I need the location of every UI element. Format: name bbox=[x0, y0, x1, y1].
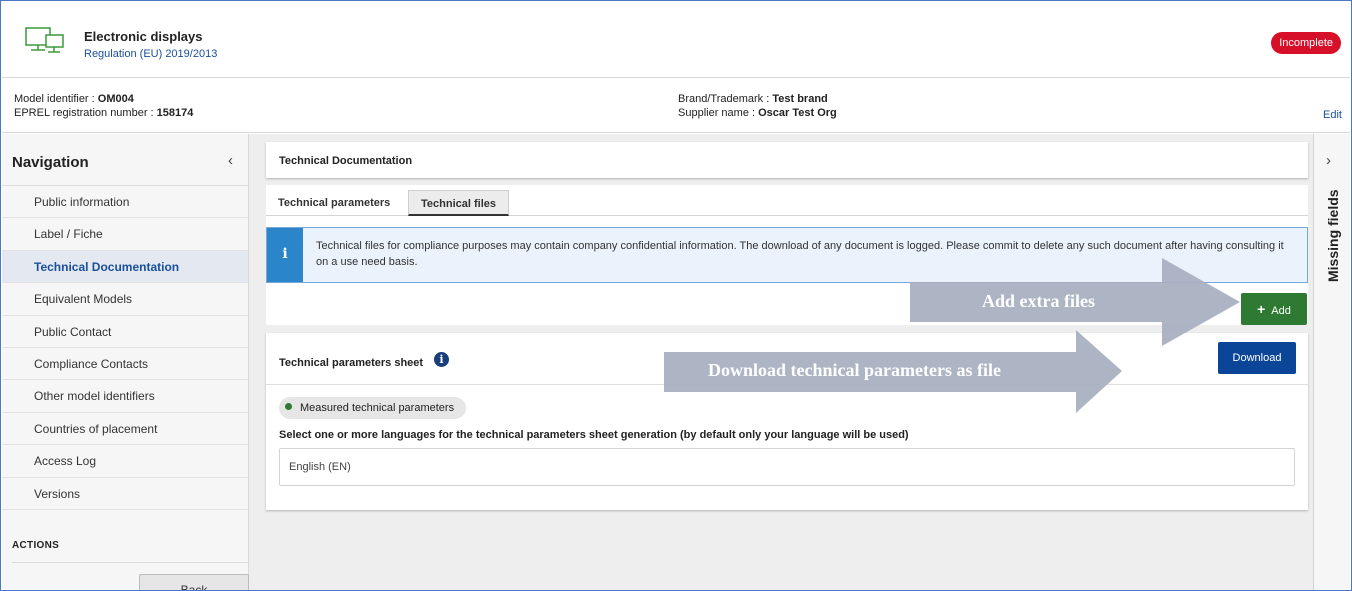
annotation-add-text: Add extra files bbox=[982, 291, 1095, 311]
back-button[interactable]: Back bbox=[139, 574, 249, 590]
missing-fields-label[interactable]: Missing fields bbox=[1325, 189, 1341, 282]
eprel-value: 158174 bbox=[156, 107, 194, 119]
plus-icon: + bbox=[1257, 301, 1266, 317]
tab-technical-parameters[interactable]: Technical parameters bbox=[266, 190, 402, 216]
nav-item-label-fiche[interactable]: Label / Fiche bbox=[2, 218, 248, 251]
product-header: Electronic displays Regulation (EU) 2019… bbox=[2, 2, 1350, 78]
status-badge: Incomplete bbox=[1271, 32, 1341, 54]
add-button-label: Add bbox=[1271, 305, 1291, 317]
brand: Brand/Trademark : Test brand bbox=[678, 93, 828, 105]
chip-label: Measured technical parameters bbox=[300, 402, 455, 414]
nav-item-compliance-contacts[interactable]: Compliance Contacts bbox=[2, 348, 248, 381]
nav-item-public-contact[interactable]: Public Contact bbox=[2, 316, 248, 348]
nav-item-other-model-identifiers[interactable]: Other model identifiers bbox=[2, 380, 248, 413]
annotation-arrow-download: Download technical parameters as file bbox=[664, 330, 1122, 413]
language-select-label: Select one or more languages for the tec… bbox=[279, 429, 909, 441]
add-button[interactable]: + Add bbox=[1241, 293, 1307, 325]
nav-item-countries-of-placement[interactable]: Countries of placement bbox=[2, 413, 248, 446]
actions-divider bbox=[12, 562, 248, 563]
supplier-value: Oscar Test Org bbox=[758, 107, 837, 119]
info-icon: i bbox=[282, 246, 288, 262]
nav-item-public-information[interactable]: Public information bbox=[2, 186, 248, 219]
edit-link[interactable]: Edit bbox=[1323, 109, 1342, 121]
info-circle-icon[interactable]: i bbox=[434, 352, 449, 367]
product-title: Electronic displays bbox=[84, 29, 203, 44]
supplier-label: Supplier name : bbox=[678, 107, 759, 119]
navigation-title: Navigation bbox=[12, 154, 89, 171]
model-info-bar: Model identifier : OM004 EPREL registrat… bbox=[2, 79, 1350, 133]
brand-label: Brand/Trademark : bbox=[678, 93, 773, 105]
tab-bar: Technical parameters Technical files bbox=[266, 185, 1308, 216]
nav-item-versions[interactable]: Versions bbox=[2, 478, 248, 510]
actions-heading: ACTIONS bbox=[12, 540, 60, 551]
download-button[interactable]: Download bbox=[1218, 342, 1296, 374]
eprel-number: EPREL registration number : 158174 bbox=[14, 107, 193, 119]
app-window: Electronic displays Regulation (EU) 2019… bbox=[0, 0, 1352, 591]
language-select[interactable]: English (EN) bbox=[279, 448, 1295, 486]
info-strip: i bbox=[267, 228, 303, 282]
navigation-header: Navigation ‹ bbox=[2, 134, 248, 186]
navigation-sidebar: Navigation ‹ Public information Label / … bbox=[2, 134, 249, 590]
chevron-left-icon[interactable]: ‹ bbox=[228, 152, 233, 169]
nav-item-technical-documentation[interactable]: Technical Documentation bbox=[2, 250, 248, 284]
eprel-label: EPREL registration number : bbox=[14, 107, 157, 119]
body-area: Navigation ‹ Public information Label / … bbox=[2, 134, 1350, 590]
navigation-list: Public information Label / Fiche Technic… bbox=[2, 186, 248, 510]
status-dot-icon bbox=[285, 403, 292, 410]
section-header-card: Technical Documentation bbox=[266, 142, 1308, 178]
annotation-download-text: Download technical parameters as file bbox=[708, 360, 1001, 380]
brand-value: Test brand bbox=[772, 93, 828, 105]
chevron-right-icon[interactable]: › bbox=[1326, 152, 1331, 169]
supplier: Supplier name : Oscar Test Org bbox=[678, 107, 837, 119]
model-identifier: Model identifier : OM004 bbox=[14, 93, 134, 105]
nav-item-access-log[interactable]: Access Log bbox=[2, 445, 248, 478]
measured-parameters-chip[interactable]: Measured technical parameters bbox=[279, 397, 467, 419]
model-identifier-label: Model identifier : bbox=[14, 93, 98, 105]
regulation-link[interactable]: Regulation (EU) 2019/2013 bbox=[84, 48, 217, 60]
parameters-sheet-title: Technical parameters sheet bbox=[279, 357, 424, 369]
main-content: Technical Documentation Technical parame… bbox=[266, 142, 1308, 590]
monitor-icon bbox=[24, 26, 66, 56]
section-title: Technical Documentation bbox=[279, 155, 413, 167]
missing-fields-rail: › Missing fields bbox=[1313, 134, 1350, 590]
nav-item-equivalent-models[interactable]: Equivalent Models bbox=[2, 283, 248, 316]
tab-technical-files[interactable]: Technical files bbox=[408, 190, 509, 216]
model-identifier-value: OM004 bbox=[97, 93, 134, 105]
